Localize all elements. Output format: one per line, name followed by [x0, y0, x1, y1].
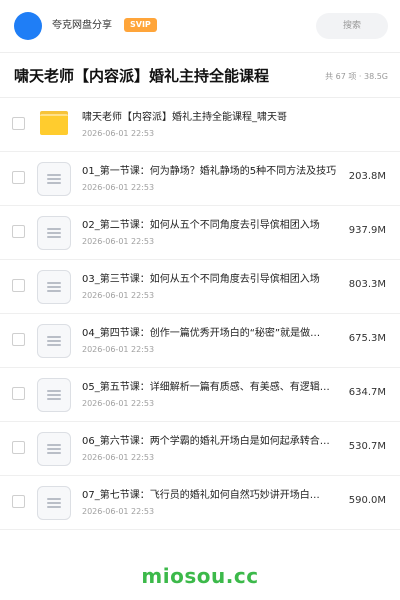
- item-date: 2026-06-01 22:53: [82, 291, 155, 300]
- item-size: 937.9M: [348, 225, 386, 236]
- file-icon: [37, 270, 71, 304]
- item-size: 530.7M: [348, 441, 386, 452]
- item-name: 05_第五节课：详细解析一篇有质感、有美感、有逻辑…: [82, 382, 330, 393]
- item-date: 2026-06-01 22:53: [82, 237, 155, 246]
- avatar[interactable]: [14, 12, 42, 40]
- item-date: 2026-06-01 22:53: [82, 507, 155, 516]
- search-input[interactable]: 搜索: [316, 13, 388, 39]
- list-item[interactable]: 04_第四节课：创作一篇优秀开场白的“秘密”就是做… 2026-06-01 22…: [0, 314, 400, 368]
- item-checkbox[interactable]: [12, 441, 25, 454]
- item-count-summary: 共 67 项 · 38.5G: [325, 72, 388, 81]
- list-item[interactable]: 02_第二节课：如何从五个不同角度去引导傧相团入场 2026-06-01 22:…: [0, 206, 400, 260]
- item-checkbox[interactable]: [12, 495, 25, 508]
- item-name: 01_第一节课：何为静场？婚礼静场的5种不同方法及技巧: [82, 166, 337, 177]
- item-date: 2026-06-01 22:53: [82, 345, 155, 354]
- item-checkbox[interactable]: [12, 333, 25, 346]
- file-icon: [37, 432, 71, 466]
- item-checkbox[interactable]: [12, 117, 25, 130]
- list-item[interactable]: 05_第五节课：详细解析一篇有质感、有美感、有逻辑… 2026-06-01 22…: [0, 368, 400, 422]
- item-date: 2026-06-01 22:53: [82, 129, 155, 138]
- title-bar: 啸天老师【内容派】婚礼主持全能课程 共 67 项 · 38.5G: [0, 52, 400, 98]
- item-date: 2026-06-01 22:53: [82, 399, 155, 408]
- file-icon: [37, 162, 71, 196]
- item-checkbox[interactable]: [12, 279, 25, 292]
- list-item[interactable]: 03_第三节课：如何从五个不同角度去引导傧相团入场 2026-06-01 22:…: [0, 260, 400, 314]
- list-item[interactable]: 06_第六节课：两个学霸的婚礼开场白是如何起承转合… 2026-06-01 22…: [0, 422, 400, 476]
- item-size: 634.7M: [348, 387, 386, 398]
- item-checkbox[interactable]: [12, 171, 25, 184]
- folder-icon: [40, 111, 68, 135]
- item-date: 2026-06-01 22:53: [82, 183, 155, 192]
- item-checkbox[interactable]: [12, 225, 25, 238]
- item-size: 675.3M: [348, 333, 386, 344]
- share-header: 夸克网盘分享 SVIP 搜索: [0, 0, 400, 52]
- item-name: 06_第六节课：两个学霸的婚礼开场白是如何起承转合…: [82, 436, 330, 447]
- item-name: 02_第二节课：如何从五个不同角度去引导傧相团入场: [82, 220, 320, 231]
- item-size: 590.0M: [348, 495, 386, 506]
- item-name: 07_第七节课：飞行员的婚礼如何自然巧妙讲开场白…: [82, 490, 320, 501]
- file-icon: [37, 216, 71, 250]
- item-name: 啸天老师【内容派】婚礼主持全能课程_啸天哥: [82, 112, 287, 123]
- page-title: 啸天老师【内容派】婚礼主持全能课程: [14, 67, 270, 85]
- svip-badge: SVIP: [124, 18, 157, 32]
- item-name: 03_第三节课：如何从五个不同角度去引导傧相团入场: [82, 274, 320, 285]
- list-item[interactable]: 07_第七节课：飞行员的婚礼如何自然巧妙讲开场白… 2026-06-01 22:…: [0, 476, 400, 530]
- item-size: 203.8M: [348, 171, 386, 182]
- file-icon: [37, 324, 71, 358]
- list-item[interactable]: 01_第一节课：何为静场？婚礼静场的5种不同方法及技巧 2026-06-01 2…: [0, 152, 400, 206]
- share-username: 夸克网盘分享: [52, 20, 112, 31]
- item-size: 803.3M: [348, 279, 386, 290]
- file-icon: [37, 378, 71, 412]
- item-checkbox[interactable]: [12, 387, 25, 400]
- list-item-folder[interactable]: 啸天老师【内容派】婚礼主持全能课程_啸天哥 2026-06-01 22:53: [0, 98, 400, 152]
- site-watermark: miosou.cc: [141, 564, 259, 588]
- item-date: 2026-06-01 22:53: [82, 453, 155, 462]
- file-icon: [37, 486, 71, 520]
- item-name: 04_第四节课：创作一篇优秀开场白的“秘密”就是做…: [82, 328, 321, 339]
- file-list: 啸天老师【内容派】婚礼主持全能课程_啸天哥 2026-06-01 22:53 0…: [0, 98, 400, 530]
